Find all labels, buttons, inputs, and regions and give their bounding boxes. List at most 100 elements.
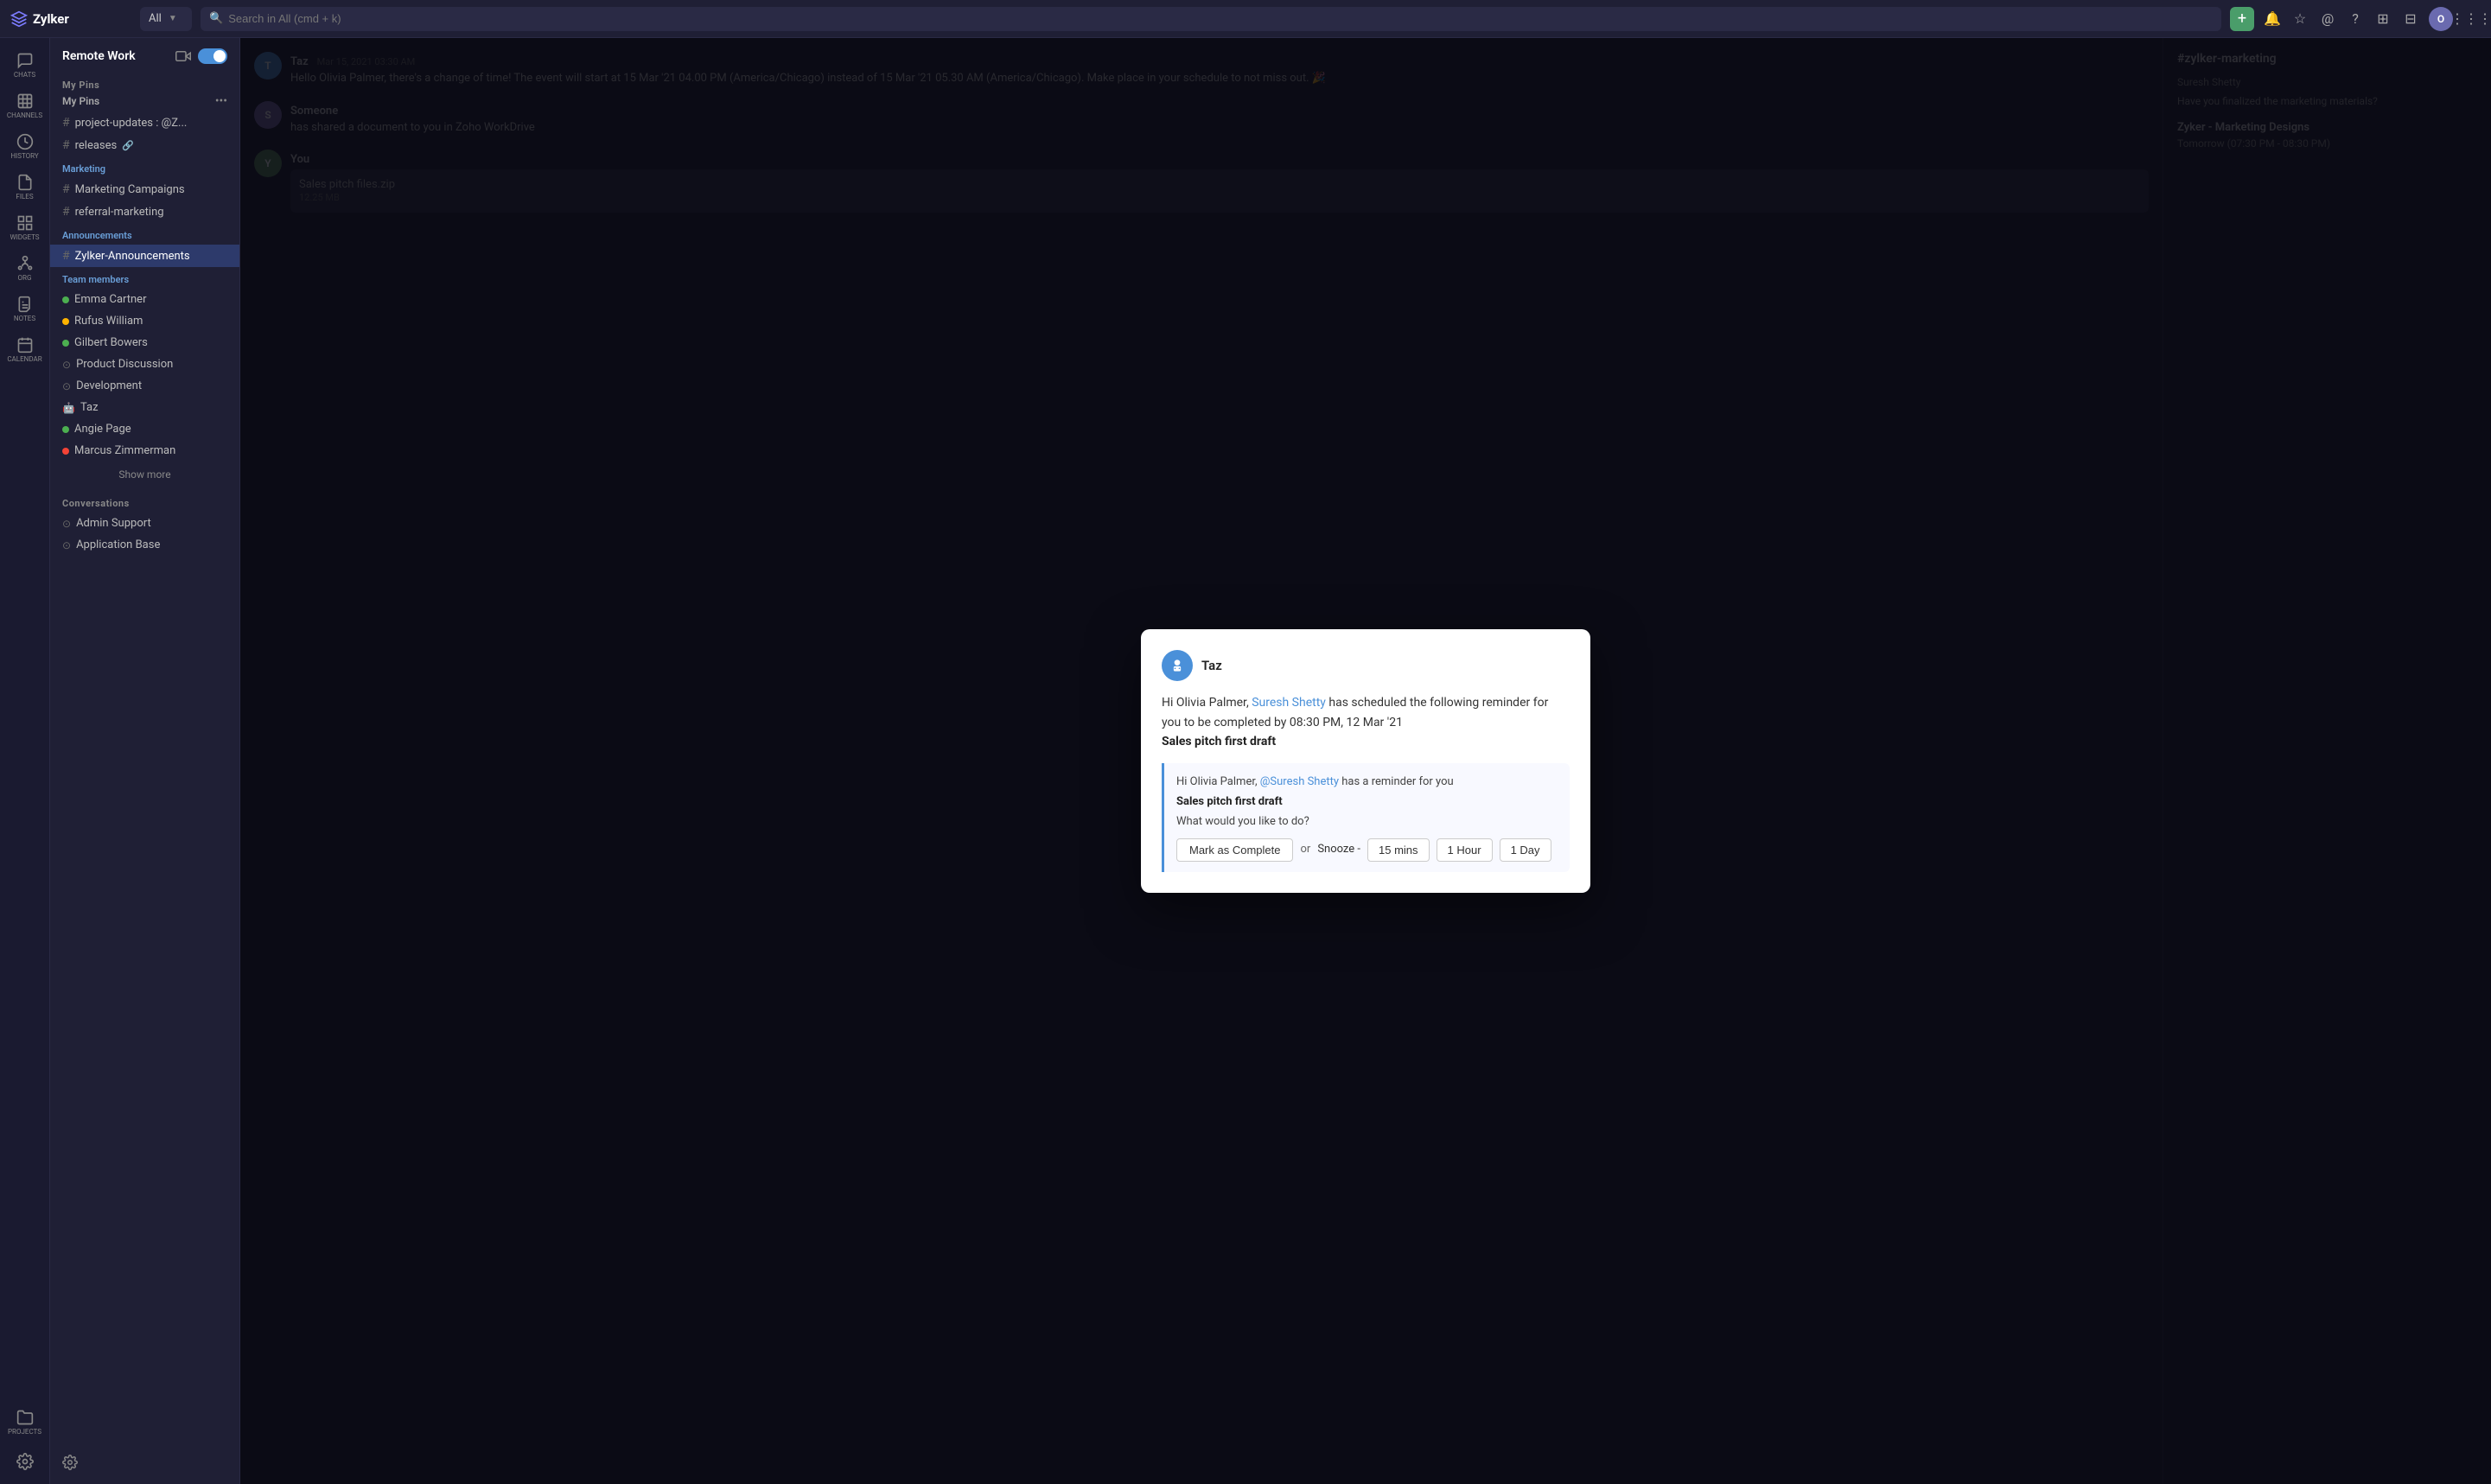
- member-product-discussion[interactable]: ⊙ Product Discussion: [50, 353, 239, 375]
- sidebar-item-history[interactable]: HISTORY: [3, 128, 47, 165]
- pins-more-icon[interactable]: •••: [215, 94, 227, 108]
- sidebar-item-notes[interactable]: NOTES: [3, 290, 47, 328]
- widgets-label: WIDGETS: [10, 233, 39, 241]
- pin-project-updates[interactable]: # project-updates : @Z...: [50, 111, 239, 134]
- mark-complete-button[interactable]: Mark as Complete: [1176, 838, 1293, 862]
- help-icon[interactable]: ?: [2346, 10, 2365, 29]
- announcements-group-title: Announcements: [50, 223, 239, 245]
- menu-icon[interactable]: ⋮⋮⋮: [2462, 10, 2481, 29]
- status-dot: [62, 318, 69, 325]
- sidebar-item-org[interactable]: ORG: [3, 250, 47, 287]
- projects-label: PROJECTS: [8, 1428, 41, 1436]
- member-rufus[interactable]: Rufus William: [50, 310, 239, 332]
- conv-admin-support[interactable]: ⊙ Admin Support: [50, 513, 239, 534]
- apps-icon[interactable]: ⊟: [2401, 10, 2420, 29]
- conv-label: Admin Support: [76, 517, 151, 530]
- avatar[interactable]: O: [2429, 7, 2453, 31]
- member-name: Taz: [80, 401, 99, 414]
- notification-card: Taz Hi Olivia Palmer, Suresh Shetty has …: [1141, 629, 1590, 893]
- channel-referral-marketing[interactable]: # referral-marketing: [50, 201, 239, 223]
- member-taz[interactable]: 🤖 Taz: [50, 397, 239, 418]
- org-label: ORG: [18, 274, 32, 282]
- member-emma[interactable]: Emma Cartner: [50, 289, 239, 310]
- search-bar[interactable]: 🔍: [201, 7, 2221, 31]
- add-button[interactable]: +: [2230, 7, 2254, 31]
- org-icon: [16, 255, 34, 272]
- workspace-header: Remote Work: [50, 38, 239, 71]
- channels-icon: [16, 92, 34, 110]
- pin-label: releases: [75, 139, 118, 152]
- member-marcus[interactable]: Marcus Zimmerman: [50, 440, 239, 462]
- hash-icon: #: [62, 116, 70, 130]
- sidebar-item-calendar[interactable]: CALENDAR: [3, 331, 47, 368]
- sidebar-item-widgets[interactable]: WIDGETS: [3, 209, 47, 246]
- pin-label: project-updates : @Z...: [75, 117, 188, 130]
- grid-icon[interactable]: ⊞: [2373, 10, 2392, 29]
- hash-icon: #: [62, 205, 70, 219]
- snooze-15min-button[interactable]: 15 mins: [1367, 838, 1430, 862]
- my-pins-title: My Pins: [50, 71, 239, 94]
- conv-icon: ⊙: [62, 518, 71, 530]
- notif-suresh-link[interactable]: Suresh Shetty: [1252, 696, 1326, 710]
- marketing-group-title: Marketing: [50, 156, 239, 178]
- search-icon: 🔍: [209, 12, 223, 25]
- content-area: T Taz Mar 15, 2021 03:30 AM Hello Olivia…: [240, 38, 2491, 1484]
- sidebar-item-projects[interactable]: PROJECTS: [3, 1404, 47, 1444]
- chat-icon: ⊙: [62, 359, 71, 371]
- snooze-1hour-button[interactable]: 1 Hour: [1437, 838, 1493, 862]
- member-name: Rufus William: [74, 315, 143, 328]
- inner-line1: Hi Olivia Palmer, @Suresh Shetty has a r…: [1176, 774, 1558, 792]
- bot-svg-icon: [1169, 657, 1186, 674]
- logo-text: Zylker: [33, 11, 69, 27]
- workspace-name: Remote Work: [62, 49, 136, 63]
- conversations-title: Conversations: [50, 487, 239, 513]
- show-more-link[interactable]: Show more: [50, 462, 239, 487]
- snooze-1day-button[interactable]: 1 Day: [1500, 838, 1551, 862]
- at-icon[interactable]: @: [2318, 10, 2337, 29]
- settings-bottom[interactable]: [50, 1444, 239, 1484]
- files-icon: [16, 174, 34, 191]
- bot-icon: 🤖: [62, 402, 75, 414]
- channel-label: referral-marketing: [75, 206, 164, 219]
- member-name: Gilbert Bowers: [74, 336, 148, 349]
- hash-icon: #: [62, 182, 70, 196]
- sidebar-item-channels[interactable]: CHANNELS: [3, 87, 47, 124]
- member-angie[interactable]: Angie Page: [50, 418, 239, 440]
- toggle-switch[interactable]: [198, 48, 227, 64]
- hash-icon: #: [62, 249, 70, 263]
- status-dot: [62, 426, 69, 433]
- member-name: Product Discussion: [76, 358, 173, 371]
- filter-label: All: [149, 12, 162, 25]
- notif-body: Hi Olivia Palmer, Suresh Shetty has sche…: [1162, 693, 1570, 751]
- settings-icon: [16, 1453, 34, 1470]
- search-filter[interactable]: All ▼: [140, 7, 192, 31]
- channel-marketing-campaigns[interactable]: # Marketing Campaigns: [50, 178, 239, 201]
- icon-sidebar: CHATS CHANNELS HISTORY FILES WIDGETS ORG…: [0, 38, 50, 1484]
- member-development[interactable]: ⊙ Development: [50, 375, 239, 397]
- pin-releases[interactable]: # releases 🔗: [50, 134, 239, 156]
- inner-reminder-title: Sales pitch first draft: [1176, 793, 1558, 812]
- status-dot: [62, 448, 69, 455]
- conv-icon: ⊙: [62, 539, 71, 551]
- channel-label: Marketing Campaigns: [75, 183, 185, 196]
- notifications-icon[interactable]: 🔔: [2263, 10, 2282, 29]
- sidebar-item-files[interactable]: FILES: [3, 169, 47, 206]
- member-name: Marcus Zimmerman: [74, 444, 175, 457]
- search-input[interactable]: [228, 12, 2213, 25]
- notif-header: Taz: [1162, 650, 1570, 681]
- calendar-icon: [16, 336, 34, 353]
- logo: Zylker: [10, 10, 131, 28]
- filter-chevron-icon[interactable]: ▼: [169, 14, 177, 23]
- logo-icon: [10, 10, 28, 28]
- conv-application-base[interactable]: ⊙ Application Base: [50, 534, 239, 556]
- inner-at-link[interactable]: @Suresh Shetty: [1260, 775, 1339, 788]
- sidebar-item-chats[interactable]: CHATS: [3, 47, 47, 84]
- channels-label: CHANNELS: [7, 111, 42, 119]
- calendar-label: CALENDAR: [7, 355, 41, 363]
- channel-zylker-announcements[interactable]: # Zylker-Announcements: [50, 245, 239, 267]
- sidebar-item-settings[interactable]: [3, 1448, 47, 1475]
- member-gilbert[interactable]: Gilbert Bowers: [50, 332, 239, 353]
- video-icon[interactable]: [175, 48, 191, 64]
- star-icon[interactable]: ☆: [2290, 10, 2309, 29]
- chat-icon: ⊙: [62, 380, 71, 392]
